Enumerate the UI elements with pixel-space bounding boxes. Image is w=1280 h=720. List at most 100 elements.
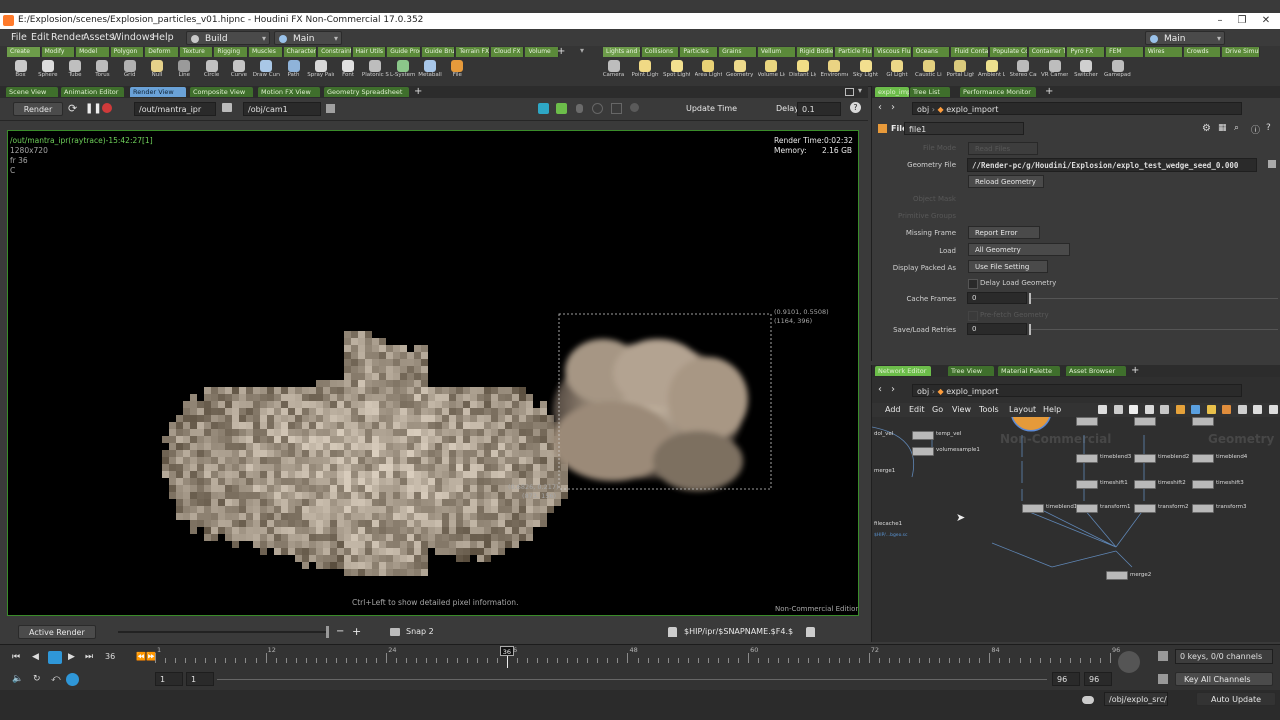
add-tab-icon[interactable]: + [1045,86,1053,97]
tab-explo-import[interactable]: explo_import [875,87,909,97]
tool-distant-light[interactable]: Distant Light [789,59,816,85]
tool-spray-paint[interactable]: Spray Paint [307,59,334,85]
tool-volume-light[interactable]: Volume Light [758,59,785,85]
load-dropdown[interactable]: All Geometry [968,243,1070,256]
retries-slider-handle[interactable] [1029,324,1031,335]
menu-windows[interactable]: Windows [112,32,154,43]
shelf-tab-pyro-fx[interactable]: Pyro FX [1067,47,1106,57]
tab-asset-browser[interactable]: Asset Browser [1066,366,1126,376]
stop-render-icon[interactable] [102,103,112,113]
shelf-tab-volume[interactable]: Volume [525,47,559,57]
image-icon[interactable] [1175,405,1185,414]
shelf-tab-viscous-fluids[interactable]: Viscous Fluids [873,47,912,57]
geometry-file-field[interactable]: //Render-pc/g/Houdini/Explosion/explo_te… [967,158,1257,172]
maximize-icon[interactable]: ❐ [1230,14,1254,28]
node-timeshift1[interactable] [1076,480,1098,489]
tool-spot-light[interactable]: Spot Light [663,59,690,85]
tool-torus[interactable]: Torus [89,59,116,85]
node-timeblend4[interactable] [1192,454,1214,463]
shelf-tab-constraints[interactable]: Constraints [318,47,352,57]
tool-grid[interactable]: Grid [116,59,143,85]
ipr-toggle-icon[interactable] [538,103,549,114]
image2-icon[interactable] [1206,405,1216,414]
shelf-tab-populate-con[interactable]: Populate Con... [990,47,1028,57]
camera-icon[interactable] [222,103,232,112]
tool-box[interactable]: Box [7,59,34,85]
node-top-1[interactable] [1076,417,1098,426]
shelf-tab-create[interactable]: Create [7,47,41,57]
add-tab-icon[interactable]: + [1131,365,1139,376]
menu-edit[interactable]: Edit [31,32,49,43]
layout-icon[interactable]: ▦ [1218,123,1227,133]
net-menu-edit[interactable]: Edit [909,405,925,414]
node-timeshift3[interactable] [1192,480,1214,489]
node-transform2[interactable] [1134,504,1156,513]
tab-geometry-spreadsheet[interactable]: Geometry Spreadsheet [324,87,409,97]
save-snapshot-icon[interactable] [326,104,335,113]
rop-path-field[interactable]: /out/mantra_ipr [134,102,216,116]
speech-icon[interactable] [1082,696,1094,704]
reload-geometry-button[interactable]: Reload Geometry [968,175,1044,188]
tab-motion-fx-view[interactable]: Motion FX View [258,87,320,97]
key-all-channels-dropdown[interactable]: Key All Channels [1175,672,1273,686]
timeline-ruler[interactable]: 1122436486072849636 [155,646,1120,669]
menu-assets[interactable]: Assets [83,32,114,43]
tool-stereo-camera[interactable]: Stereo Camera [1010,59,1037,85]
pause-icon[interactable]: ❚❚ [85,103,102,114]
tool-area-light[interactable]: Area Light [695,59,722,85]
tool-sky-light[interactable]: Sky Light [852,59,879,85]
shelf-menu-icon[interactable]: ▾ [580,46,584,55]
tool-environment-light[interactable]: Environment Light [821,59,848,85]
cache-frames-field[interactable]: 0 [967,292,1027,304]
jump-end-icon[interactable]: ⏭ [85,652,93,662]
page-icon[interactable] [1129,405,1138,414]
tool-portal-light[interactable]: Portal Light [947,59,974,85]
light-icon[interactable] [576,104,583,113]
back-icon[interactable]: ‹ [878,102,882,113]
tab-animation-editor[interactable]: Animation Editor [61,87,124,97]
back-icon[interactable]: ‹ [878,384,882,395]
shelf-tab-drive-simula[interactable]: Drive Simula... [1222,47,1260,57]
range-bar[interactable] [217,679,1047,680]
zoom-icon[interactable] [592,103,603,114]
start-frame-field[interactable]: 1 [155,672,183,686]
tool-gamepad-camera[interactable]: Gamepad Camera [1104,59,1131,85]
shelf-tab-fluid-contai[interactable]: Fluid Contai... [951,47,990,57]
shelf-tab-cloud-fx[interactable]: Cloud FX [490,47,525,57]
wrench-icon[interactable] [1098,405,1107,414]
missing-frame-dropdown[interactable]: Report Error [968,226,1040,239]
tool-circle[interactable]: Circle [198,59,225,85]
shelf-tab-model[interactable]: Model [76,47,110,57]
tool-switcher[interactable]: Switcher [1073,59,1100,85]
list-icon[interactable] [1113,405,1123,414]
help-icon[interactable]: ? [1266,123,1271,133]
forward-icon[interactable]: › [891,102,895,113]
shelf-tab-vellum[interactable]: Vellum [757,47,796,57]
pane-menu-icon[interactable]: ▾ [858,86,862,95]
shelf-tab-particles[interactable]: Particles [680,47,719,57]
render-button[interactable]: Render [13,102,63,116]
snapshot-slider-handle[interactable] [326,626,329,638]
desktop-build-dropdown[interactable]: Build ▾ [186,31,270,45]
tab-scene-view[interactable]: Scene View [6,87,58,97]
add-snapshot-icon[interactable]: + [352,625,361,638]
delay-field[interactable]: 0.1 [797,102,841,116]
node-merge2[interactable] [1106,571,1128,580]
node-volumesample1[interactable] [912,447,934,456]
shelf-tab-deform[interactable]: Deform [145,47,179,57]
node-timeblend3[interactable] [1076,454,1098,463]
forward-icon[interactable]: › [891,384,895,395]
tool-curve[interactable]: Curve [225,59,252,85]
prefetch-checkbox[interactable] [968,311,978,321]
file-browse-icon[interactable] [1268,160,1276,168]
gear-icon[interactable]: ⚙ [1202,123,1211,134]
realtime-toggle-icon[interactable] [66,673,79,686]
shelf-tab-guide-brushes[interactable]: Guide Brushes [421,47,456,57]
tool-platonic-solids[interactable]: Platonic Solids [362,59,389,85]
maximize-pane-icon[interactable] [845,88,854,96]
network-path-bar[interactable]: obj › ◆ explo_import [912,384,1242,397]
tool-path[interactable]: Path [280,59,307,85]
shelf-tab-texture[interactable]: Texture [179,47,214,57]
tool-line[interactable]: Line [171,59,198,85]
info-icon[interactable]: ⓘ [1251,123,1260,136]
